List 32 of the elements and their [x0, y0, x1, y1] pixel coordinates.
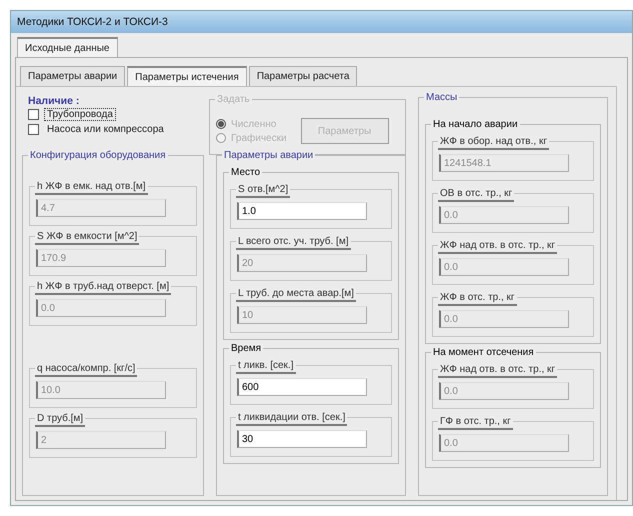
field-label: t ликвидации отв. [сек.] [236, 411, 348, 426]
field-label: ЖФ в отс. тр., кг [438, 291, 517, 306]
field-label: ГФ в отс. тр., кг [438, 415, 513, 430]
field-label: t ликв. [сек.] [236, 359, 296, 374]
section-label: Наличие : [28, 95, 80, 107]
field-label: ЖФ над отв. в отс. тр., кг [438, 363, 558, 378]
tab[interactable]: Исходные данные [17, 37, 118, 57]
checkbox[interactable]: Насоса или компрессора [28, 122, 206, 137]
field-label: ЖФ над отв. в отс. тр., кг [438, 239, 558, 254]
group-title: На начало аварии [431, 118, 520, 131]
tab[interactable]: Параметры расчета [248, 66, 358, 86]
tab[interactable]: Параметры аварии [20, 66, 126, 86]
field-label: S ЖФ в емкости [м^2] [35, 230, 140, 245]
input-field[interactable]: 30 [237, 430, 367, 448]
field-label: L всего отс. уч. труб. [м] [236, 235, 350, 250]
checkbox[interactable]: Трубопровода [28, 107, 206, 122]
field-label: ОВ в отс. тр., кг [438, 187, 514, 202]
group-title: Конфигурация оборудования [28, 149, 168, 162]
window-title: Методики ТОКСИ-2 и ТОКСИ-3 [11, 11, 632, 33]
group-title: Задать [215, 93, 252, 106]
group-title: Время [229, 342, 264, 355]
field-label: q насоса/компр. [кг/с] [35, 362, 138, 377]
input-field[interactable]: 1.0 [237, 202, 367, 220]
field-label: h ЖФ в емк. над отв.[м] [35, 180, 148, 195]
group-title: Параметры аварии [222, 149, 316, 162]
field-label: D труб.[м] [35, 412, 86, 427]
field-label: ЖФ в обор. над отв., кг [438, 135, 549, 150]
field-label: h ЖФ в труб.над отверст. [м] [35, 280, 172, 295]
tab[interactable]: Параметры истечения [127, 66, 247, 86]
field-label: L труб. до места авар.[м] [236, 287, 356, 302]
field-label: S отв.[м^2] [236, 183, 290, 198]
input-field[interactable]: 600 [237, 378, 367, 396]
